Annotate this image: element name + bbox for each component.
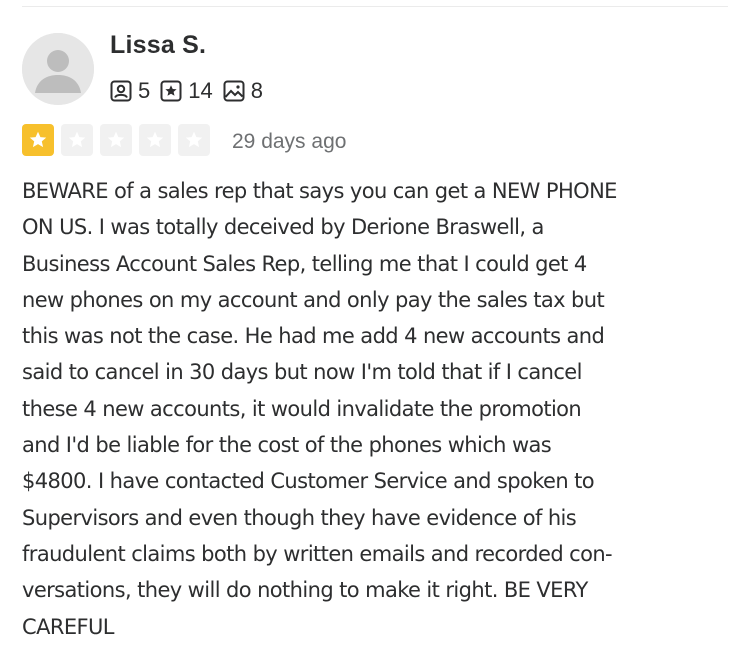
photos-count: 8 — [250, 78, 263, 103]
review-text: BEWARE of a sales rep that says you can … — [22, 179, 617, 639]
friends-stat: 5 — [110, 80, 150, 102]
top-divider — [22, 6, 728, 7]
star-rating — [22, 124, 217, 156]
star-empty — [61, 124, 93, 156]
photos-stat: 8 — [223, 80, 263, 102]
reviews-stat: 14 — [160, 78, 213, 103]
reviews-count: 14 — [188, 78, 213, 103]
star-empty — [100, 124, 132, 156]
star-icon — [185, 131, 203, 148]
default-user-avatar-icon — [22, 33, 94, 105]
user-name[interactable]: Lissa S. — [110, 31, 206, 60]
review-star-icon — [160, 80, 182, 102]
friends-count: 5 — [138, 78, 151, 103]
user-avatar[interactable] — [22, 33, 94, 105]
star-empty — [178, 124, 210, 156]
star-filled — [22, 124, 54, 156]
star-empty — [139, 124, 171, 156]
review-date: 29 days ago — [232, 130, 347, 153]
friends-icon — [110, 80, 132, 102]
star-icon — [68, 131, 86, 148]
star-icon — [107, 131, 125, 148]
star-icon — [29, 131, 47, 148]
user-stats: 5 14 8 — [110, 78, 273, 104]
star-icon — [146, 131, 164, 148]
photo-icon — [223, 80, 245, 102]
